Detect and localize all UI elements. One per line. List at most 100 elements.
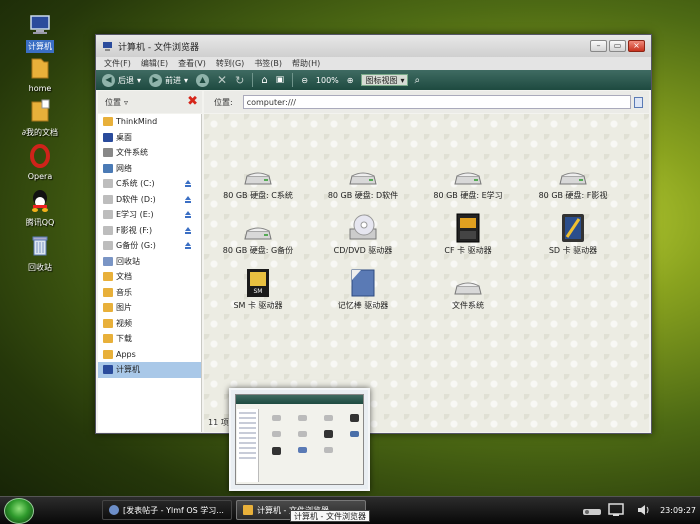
qq-icon bbox=[27, 188, 53, 214]
back-button[interactable]: ◀ 后退 ▾ bbox=[102, 73, 141, 87]
forward-button[interactable]: ▶ 前进 ▾ bbox=[149, 73, 188, 87]
sidebar-item[interactable]: 音乐 bbox=[98, 285, 201, 301]
drive-item[interactable]: CF 卡 驱动器 bbox=[420, 211, 516, 256]
title-bar[interactable]: 计算机 - 文件浏览器 – ▭ × bbox=[96, 35, 651, 57]
stop-button[interactable]: ✕ bbox=[217, 73, 227, 87]
sidebar: ThinkMind 桌面文件系统网络 C系统 (C:) D软件 (D:) E学习 (E:… bbox=[98, 114, 202, 432]
eject-icon[interactable] bbox=[185, 226, 191, 234]
location-input[interactable]: computer:/// bbox=[242, 95, 631, 109]
eject-icon[interactable] bbox=[185, 180, 191, 187]
trash-icon bbox=[27, 233, 53, 259]
sidebar-item[interactable]: 桌面 bbox=[98, 130, 201, 146]
computer-button[interactable]: ▣ bbox=[276, 75, 285, 85]
display-tray-icon[interactable] bbox=[608, 503, 624, 517]
desktop-icon-documents[interactable]: ∂我的文档 bbox=[12, 98, 68, 139]
sidebar-item[interactable]: D软件 (D:) bbox=[98, 192, 201, 208]
search-button[interactable]: ⌕ bbox=[414, 75, 420, 86]
menu-edit[interactable]: 编辑(E) bbox=[141, 58, 168, 69]
drive-icon bbox=[103, 241, 113, 251]
up-arrow-icon: ▲ bbox=[196, 73, 210, 87]
start-button[interactable] bbox=[4, 498, 34, 524]
sidebar-item-label: G备份 (G:) bbox=[116, 241, 156, 251]
menu-view[interactable]: 查看(V) bbox=[178, 58, 206, 69]
sidebar-item[interactable]: 计算机 bbox=[98, 362, 201, 378]
sidebar-header[interactable]: 位置 ▿ ✖ bbox=[98, 91, 202, 113]
eject-icon[interactable] bbox=[185, 211, 191, 218]
sidebar-item[interactable]: 文档 bbox=[98, 269, 201, 285]
home-button[interactable]: ⌂ bbox=[261, 75, 267, 86]
computer-icon: ▣ bbox=[275, 75, 285, 85]
sidebar-item[interactable]: ThinkMind bbox=[98, 114, 201, 130]
sidebar-item-label: 文档 bbox=[116, 272, 132, 282]
opera-icon bbox=[27, 143, 53, 169]
sidebar-item-label: 回收站 bbox=[116, 256, 140, 266]
sidebar-item[interactable]: F影视 (F:) bbox=[98, 223, 201, 239]
drive-item[interactable]: 文件系统 bbox=[420, 266, 516, 311]
clear-location-icon[interactable] bbox=[634, 97, 643, 108]
zoom-out-icon: ⊖ bbox=[301, 75, 308, 85]
sidebar-item[interactable]: C系统 (C:) bbox=[98, 176, 201, 192]
cf-card-icon bbox=[452, 211, 484, 243]
clock[interactable]: 23:09:27 bbox=[660, 506, 696, 515]
up-button[interactable]: ▲ bbox=[196, 73, 210, 87]
sidebar-item[interactable]: 文件系统 bbox=[98, 145, 201, 161]
drive-icon bbox=[103, 194, 113, 204]
taskbar-item-browser[interactable]: [发表帖子 - Ylmf OS 学习... bbox=[102, 500, 232, 520]
minimize-button[interactable]: – bbox=[590, 40, 607, 52]
sidebar-item[interactable]: Apps bbox=[98, 347, 201, 363]
drive-item[interactable]: 记忆棒 驱动器 bbox=[315, 266, 411, 311]
close-button[interactable]: × bbox=[628, 40, 645, 52]
window-preview[interactable] bbox=[229, 388, 370, 491]
desktop-icon-home[interactable]: home bbox=[12, 55, 68, 94]
desktop-icon-computer[interactable]: 计算机 bbox=[12, 12, 68, 53]
menu-help[interactable]: 帮助(H) bbox=[292, 58, 320, 69]
eject-icon[interactable] bbox=[185, 195, 191, 203]
sidebar-item[interactable]: 视频 bbox=[98, 316, 201, 332]
zoom-level-text: 100% bbox=[315, 75, 339, 85]
drive-icon bbox=[103, 225, 113, 235]
desktop-icon bbox=[103, 132, 113, 142]
menu-file[interactable]: 文件(F) bbox=[104, 58, 131, 69]
preview-icon bbox=[298, 415, 307, 421]
desktop-icon-qq[interactable]: 腾讯QQ bbox=[12, 188, 68, 229]
zoom-in-button[interactable]: ⊕ bbox=[347, 76, 354, 85]
drive-item[interactable]: SM SM 卡 驱动器 bbox=[210, 266, 306, 311]
network-tray-icon[interactable] bbox=[582, 503, 602, 517]
sidebar-item-label: F影视 (F:) bbox=[116, 225, 153, 235]
drive-item[interactable]: 80 GB 硬盘: G备份 bbox=[210, 211, 306, 256]
volume-icon[interactable] bbox=[636, 503, 650, 517]
desktop-icon-trash[interactable]: 回收站 bbox=[12, 233, 68, 274]
drive-item[interactable]: CD/DVD 驱动器 bbox=[315, 211, 411, 256]
sidebar-item[interactable]: 图片 bbox=[98, 300, 201, 316]
menu-go[interactable]: 转到(G) bbox=[216, 58, 244, 69]
drive-item-label: 80 GB 硬盘: G备份 bbox=[222, 246, 294, 255]
drive-item-label: 80 GB 硬盘: E学习 bbox=[433, 191, 503, 200]
drive-item[interactable]: SD 卡 驱动器 bbox=[525, 211, 621, 256]
close-sidebar-icon[interactable]: ✖ bbox=[187, 95, 198, 108]
eject-icon[interactable] bbox=[185, 242, 191, 249]
zoom-level[interactable]: 100% bbox=[316, 76, 339, 85]
drive-item[interactable]: 80 GB 硬盘: C系统 bbox=[210, 156, 306, 201]
drive-item[interactable]: 80 GB 硬盘: D软件 bbox=[315, 156, 411, 201]
drive-icon bbox=[103, 210, 113, 220]
sidebar-item[interactable]: G备份 (G:) bbox=[98, 238, 201, 254]
trash-icon bbox=[103, 256, 113, 266]
status-text: 11 项 bbox=[208, 418, 229, 427]
sidebar-item-label: 图片 bbox=[116, 303, 132, 313]
sidebar-item-label: 文件系统 bbox=[116, 148, 148, 158]
zoom-out-button[interactable]: ⊖ bbox=[301, 76, 308, 85]
view-mode-select[interactable]: 图标视图 ▾ bbox=[361, 74, 409, 86]
sidebar-item[interactable]: E学习 (E:) bbox=[98, 207, 201, 223]
sidebar-item[interactable]: 下载 bbox=[98, 331, 201, 347]
sidebar-item[interactable]: 回收站 bbox=[98, 254, 201, 270]
minimize-icon: – bbox=[596, 41, 601, 50]
maximize-button[interactable]: ▭ bbox=[609, 40, 626, 52]
reload-button[interactable]: ↻ bbox=[235, 74, 244, 87]
drive-item[interactable]: 80 GB 硬盘: F影视 bbox=[525, 156, 621, 201]
svg-text:SM: SM bbox=[254, 288, 263, 295]
desktop-icon-opera[interactable]: Opera bbox=[12, 143, 68, 182]
menu-bookmarks[interactable]: 书签(B) bbox=[254, 58, 282, 69]
sidebar-item[interactable]: 网络 bbox=[98, 161, 201, 177]
drive-item[interactable]: 80 GB 硬盘: E学习 bbox=[420, 156, 516, 201]
hard-drive-icon bbox=[347, 156, 379, 188]
